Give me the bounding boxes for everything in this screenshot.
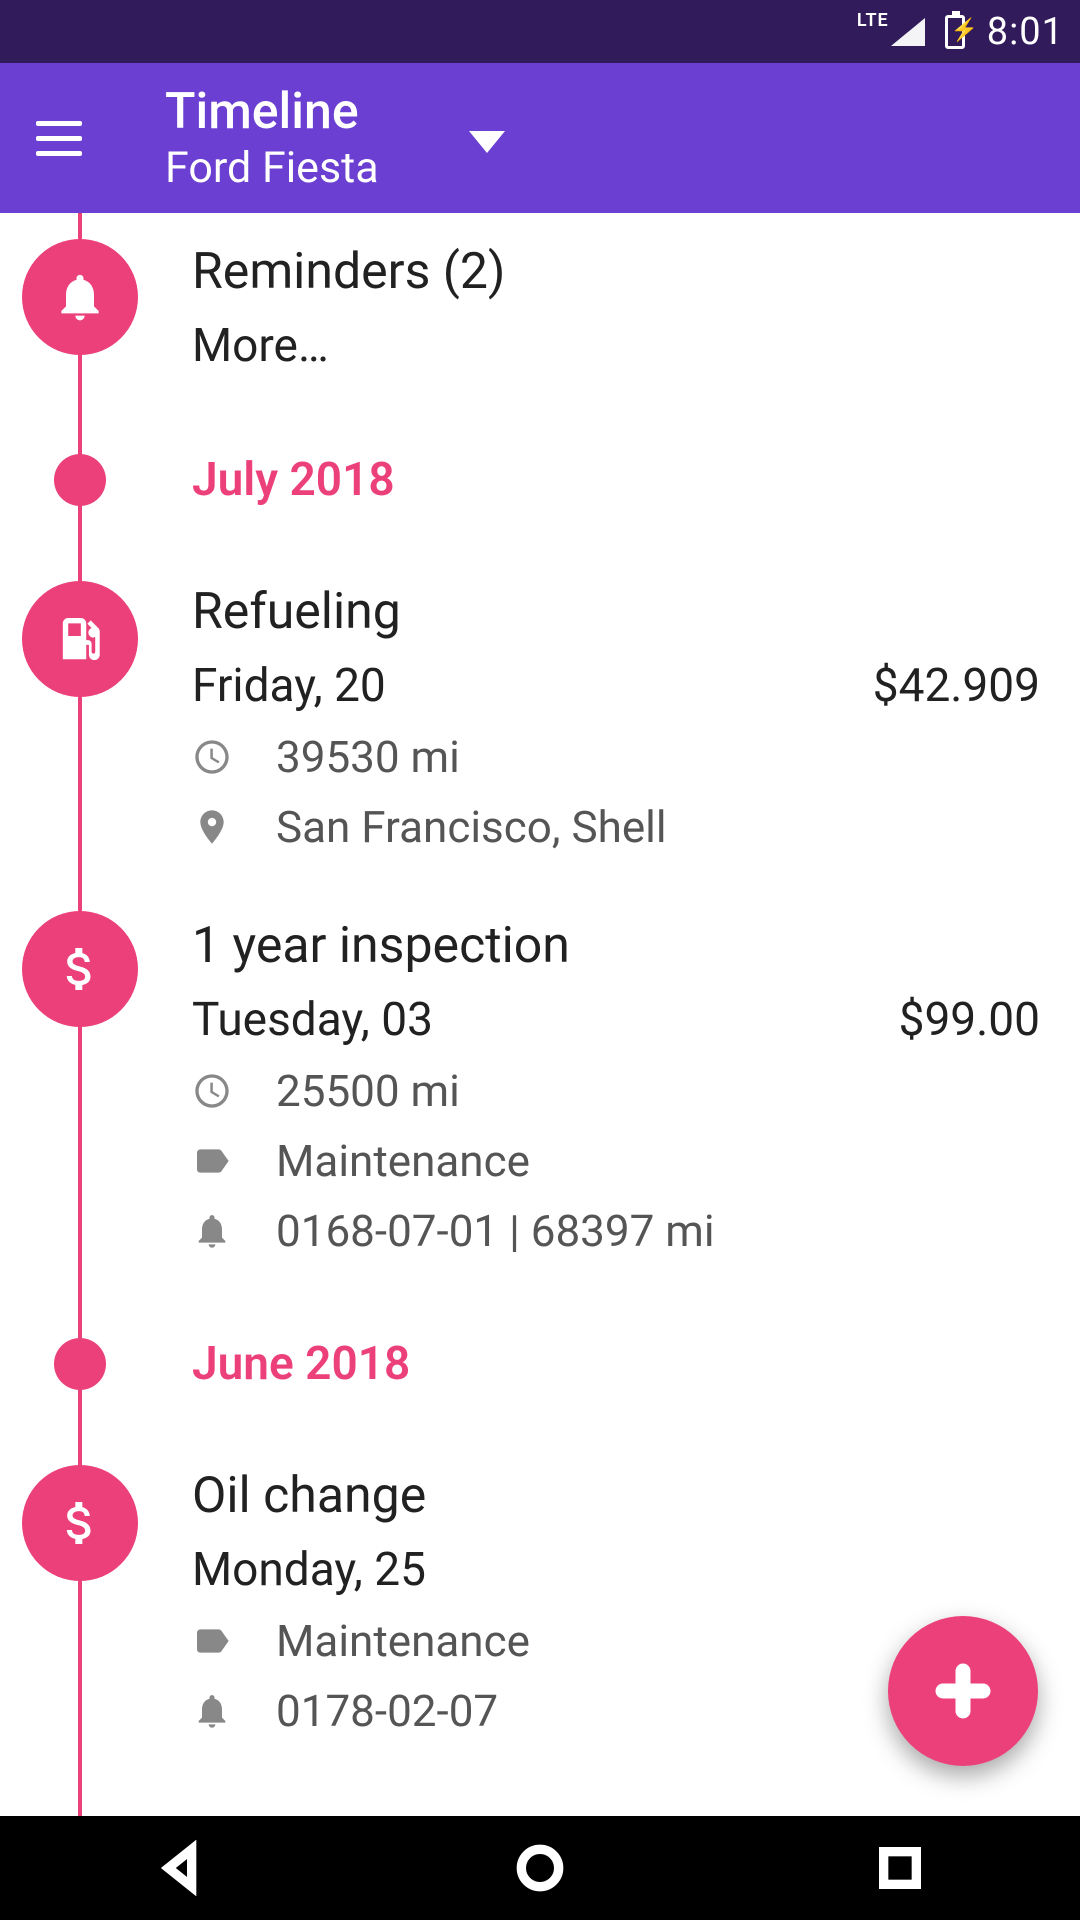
add-fab-button[interactable] [888,1616,1038,1766]
location-pin-icon [192,807,232,847]
gauge-icon [192,1071,232,1111]
android-status-bar: LTE ⚡ 8:01 [0,0,1080,63]
dropdown-caret-icon[interactable] [469,131,505,153]
refueling-entry[interactable]: Refueling Friday, 20 $42.909 39530 mi Sa… [0,553,1080,887]
inspection-odometer: 25500 mi [276,1065,460,1117]
bell-icon [52,269,108,325]
appbar-title: Timeline [165,83,379,141]
refueling-odometer: 39530 mi [276,731,460,783]
lte-indicator: LTE [857,10,889,31]
oilchange-date: Monday, 25 [192,1543,426,1597]
fuel-pump-icon [52,611,108,667]
reminders-entry[interactable]: Reminders (2) More… [0,213,1080,407]
tag-icon [192,1621,232,1661]
bell-icon [192,1211,232,1251]
refueling-price: $42.909 [873,659,1040,713]
inspection-category: Maintenance [276,1135,530,1187]
inspection-title: 1 year inspection [192,917,1040,975]
month-dot-icon [54,1338,106,1390]
month-separator-july: July 2018 [0,407,1080,553]
refueling-location-row: San Francisco, Shell [192,801,1040,853]
refueling-odometer-row: 39530 mi [192,731,1040,783]
appbar-titles[interactable]: Timeline Ford Fiesta [165,83,379,193]
month-label: June 2018 [192,1337,1040,1391]
inspection-odometer-row: 25500 mi [192,1065,1040,1117]
back-icon[interactable] [152,1840,208,1896]
refueling-date: Friday, 20 [192,659,386,713]
battery-icon: ⚡ [945,15,965,49]
timeline-content[interactable]: Reminders (2) More… July 2018 Refueling … [0,213,1080,1816]
month-label: July 2018 [192,453,1040,507]
inspection-category-row: Maintenance [192,1135,1040,1187]
refueling-title: Refueling [192,583,1040,641]
oilchange-title: Oil change [192,1467,1040,1525]
recent-apps-icon[interactable] [872,1840,928,1896]
inspection-date: Tuesday, 03 [192,993,433,1047]
home-icon[interactable] [512,1840,568,1896]
appbar-subtitle: Ford Fiesta [165,143,379,193]
signal-icon [891,18,925,46]
tag-icon [192,1141,232,1181]
dollar-node-icon [22,911,138,1027]
month-separator-june: June 2018 [0,1291,1080,1437]
inspection-entry[interactable]: 1 year inspection Tuesday, 03 $99.00 255… [0,887,1080,1291]
inspection-reminder: 0168-07-01 | 68397 mi [276,1205,715,1257]
android-nav-bar [0,1816,1080,1920]
dollar-icon [52,1495,108,1551]
refueling-location: San Francisco, Shell [276,801,667,853]
bell-icon [192,1691,232,1731]
dollar-icon [52,941,108,997]
menu-icon[interactable] [26,106,91,171]
oilchange-category: Maintenance [276,1615,530,1667]
status-time: 8:01 [987,10,1064,54]
month-dot-icon [54,454,106,506]
reminders-title: Reminders (2) [192,243,1040,301]
plus-icon [933,1661,993,1721]
reminders-more[interactable]: More… [192,319,1040,373]
bell-node-icon [22,239,138,355]
oilchange-reminder: 0178-02-07 [276,1685,498,1737]
inspection-price: $99.00 [899,993,1040,1047]
dollar-node-icon [22,1465,138,1581]
fuel-node-icon [22,581,138,697]
gauge-icon [192,737,232,777]
inspection-reminder-row: 0168-07-01 | 68397 mi [192,1205,1040,1257]
app-bar: Timeline Ford Fiesta [0,63,1080,213]
